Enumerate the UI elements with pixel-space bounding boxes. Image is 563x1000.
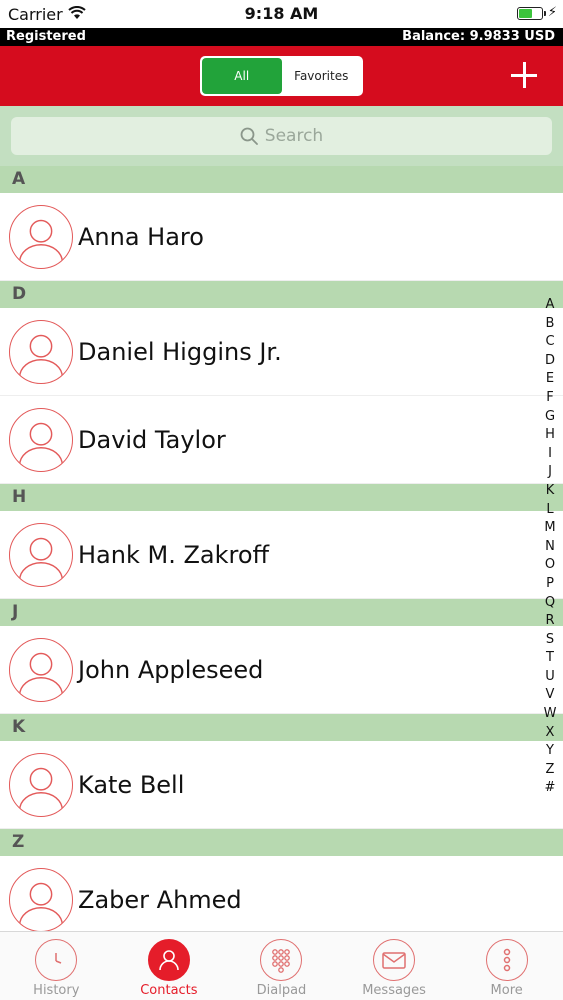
registration-status: Registered bbox=[6, 29, 86, 44]
index-letter[interactable]: K bbox=[546, 482, 555, 501]
index-letter[interactable]: L bbox=[546, 501, 553, 520]
avatar-placeholder-icon bbox=[9, 205, 73, 269]
person-icon bbox=[147, 939, 190, 981]
contact-name: Anna Haro bbox=[78, 223, 204, 251]
section-header-a: A bbox=[0, 166, 563, 193]
status-bar: Carrier 9:18 AM ⚡ bbox=[0, 0, 563, 28]
index-letter[interactable]: E bbox=[546, 370, 554, 389]
tab-bar: History Contacts Dialpad Messages More bbox=[0, 931, 563, 1000]
index-letter[interactable]: F bbox=[546, 389, 553, 408]
battery-fill bbox=[519, 9, 533, 18]
tab-more[interactable]: More bbox=[450, 932, 563, 1000]
index-letter[interactable]: T bbox=[546, 649, 554, 668]
index-letter[interactable]: Y bbox=[546, 742, 554, 761]
contact-name: John Appleseed bbox=[78, 656, 264, 684]
clock-time: 9:18 AM bbox=[244, 4, 319, 23]
index-letter[interactable]: B bbox=[546, 315, 555, 334]
charging-bolt-icon: ⚡ bbox=[547, 5, 557, 20]
add-contact-button[interactable] bbox=[511, 62, 537, 88]
contact-row[interactable]: Kate Bell bbox=[0, 741, 563, 829]
clock-icon bbox=[35, 939, 78, 981]
envelope-icon bbox=[373, 939, 416, 981]
registration-bar: Registered Balance: 9.9833 USD bbox=[0, 28, 563, 46]
index-letter[interactable]: P bbox=[546, 575, 554, 594]
index-letter[interactable]: X bbox=[546, 724, 555, 743]
tab-history[interactable]: History bbox=[0, 932, 113, 1000]
segment-all[interactable]: All bbox=[202, 58, 282, 94]
index-letter[interactable]: Q bbox=[545, 594, 555, 613]
search-bar-container: Search bbox=[0, 106, 563, 166]
more-icon bbox=[485, 939, 528, 981]
segment-favorites[interactable]: Favorites bbox=[282, 58, 362, 94]
contact-name: Hank M. Zakroff bbox=[78, 541, 270, 569]
avatar-placeholder-icon bbox=[9, 523, 73, 587]
avatar-placeholder-icon bbox=[9, 753, 73, 817]
index-letter[interactable]: I bbox=[548, 445, 552, 464]
contact-row[interactable]: David Taylor bbox=[0, 396, 563, 484]
search-placeholder: Search bbox=[264, 126, 324, 146]
index-letter[interactable]: Z bbox=[546, 761, 555, 780]
index-letter[interactable]: R bbox=[545, 612, 554, 631]
index-letter[interactable]: D bbox=[545, 352, 555, 371]
section-header-z: Z bbox=[0, 829, 563, 856]
tab-dialpad-label: Dialpad bbox=[256, 983, 307, 998]
tab-history-label: History bbox=[33, 983, 80, 998]
contact-row[interactable]: Daniel Higgins Jr. bbox=[0, 308, 563, 396]
filter-segmented-control: All Favorites bbox=[200, 56, 363, 96]
contact-row[interactable]: Anna Haro bbox=[0, 193, 563, 281]
tab-contacts[interactable]: Contacts bbox=[113, 932, 226, 1000]
contact-row[interactable]: John Appleseed bbox=[0, 626, 563, 714]
contact-name: Daniel Higgins Jr. bbox=[78, 338, 282, 366]
index-letter[interactable]: V bbox=[546, 686, 555, 705]
app-header: All Favorites bbox=[0, 46, 563, 106]
section-header-j: J bbox=[0, 599, 563, 626]
tab-messages-label: Messages bbox=[362, 983, 426, 998]
section-header-h: H bbox=[0, 484, 563, 511]
contact-row[interactable]: Hank M. Zakroff bbox=[0, 511, 563, 599]
index-letter[interactable]: # bbox=[545, 779, 556, 798]
search-input[interactable]: Search bbox=[11, 117, 552, 155]
contact-name: Kate Bell bbox=[78, 771, 185, 799]
avatar-placeholder-icon bbox=[9, 320, 73, 384]
dialpad-icon bbox=[260, 939, 303, 981]
balance-label: Balance: 9.9833 USD bbox=[402, 29, 555, 44]
index-letter[interactable]: W bbox=[544, 705, 557, 724]
index-letter[interactable]: G bbox=[545, 408, 555, 427]
index-letter[interactable]: H bbox=[545, 426, 555, 445]
index-letter[interactable]: A bbox=[546, 296, 555, 315]
contact-list: A Anna Haro D Daniel Higgins Jr. David Taylo… bbox=[0, 166, 563, 944]
index-letter[interactable]: M bbox=[544, 519, 555, 538]
index-letter[interactable]: U bbox=[545, 668, 555, 687]
avatar-placeholder-icon bbox=[9, 868, 73, 932]
battery-icon bbox=[517, 7, 546, 20]
index-letter[interactable]: N bbox=[545, 538, 555, 557]
tab-contacts-label: Contacts bbox=[140, 983, 198, 998]
avatar-placeholder-icon bbox=[9, 408, 73, 472]
avatar-placeholder-icon bbox=[9, 638, 73, 702]
section-header-d: D bbox=[0, 281, 563, 308]
index-letter[interactable]: O bbox=[545, 556, 555, 575]
tab-more-label: More bbox=[490, 983, 523, 998]
alphabet-index[interactable]: A B C D E F G H I J K L M N O P Q R S T U V W X Y Z # bbox=[543, 296, 557, 798]
contact-name: David Taylor bbox=[78, 426, 226, 454]
index-letter[interactable]: S bbox=[546, 631, 554, 650]
tab-dialpad[interactable]: Dialpad bbox=[225, 932, 338, 1000]
section-header-k: K bbox=[0, 714, 563, 741]
search-icon bbox=[240, 127, 258, 145]
index-letter[interactable]: J bbox=[548, 463, 552, 482]
index-letter[interactable]: C bbox=[545, 333, 554, 352]
tab-messages[interactable]: Messages bbox=[338, 932, 451, 1000]
